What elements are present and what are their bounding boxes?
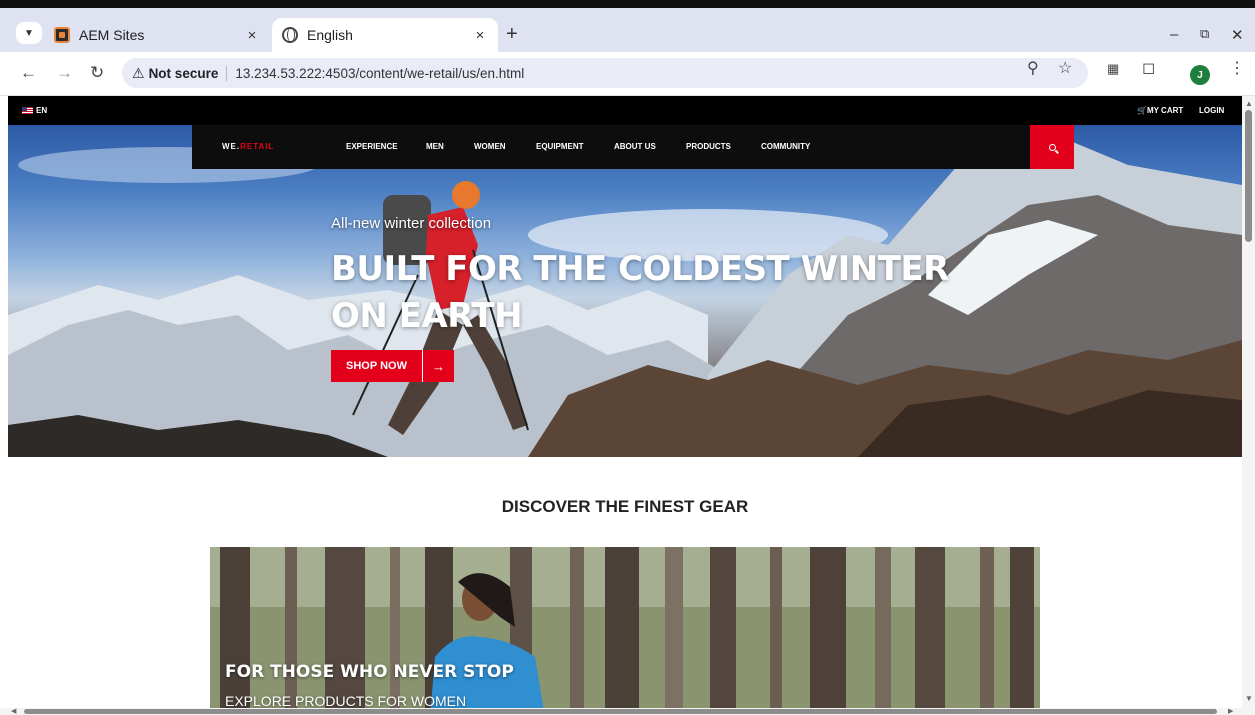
tab-title: English <box>307 27 353 43</box>
cart-icon: 🛒 <box>1137 106 1147 115</box>
tab-search-chevron-icon[interactable]: ▼ <box>16 22 42 44</box>
arrow-right-icon: → <box>432 358 445 374</box>
logo-suffix: RETAIL <box>240 142 275 151</box>
aem-icon <box>54 27 70 43</box>
section-title: DISCOVER THE FINEST GEAR <box>501 497 749 516</box>
main-navigation: WE.RETAIL EXPERIENCE MEN WOMEN EQUIPMENT… <box>192 125 1074 169</box>
scroll-down-icon[interactable]: ▼ <box>1245 694 1253 703</box>
us-flag-icon <box>22 107 33 114</box>
scroll-up-icon[interactable]: ▲ <box>1245 99 1253 108</box>
search-button[interactable] <box>1030 125 1074 169</box>
vertical-scroll-thumb[interactable] <box>1245 110 1252 242</box>
site-topbar: EN 🛒MY CART LOGIN <box>8 96 1242 125</box>
hero-subtitle: All-new winter collection <box>331 215 492 232</box>
close-tab-icon[interactable]: × <box>244 27 260 44</box>
nav-men[interactable]: MEN <box>426 142 444 151</box>
zoom-icon[interactable]: ⚲ <box>1027 58 1039 78</box>
language-selector[interactable]: EN <box>22 106 47 115</box>
nav-community[interactable]: COMMUNITY <box>761 142 810 151</box>
window-top-edge <box>0 0 1255 8</box>
logo-prefix: WE. <box>222 142 241 151</box>
horizontal-scrollbar[interactable]: ◀ ▶ <box>0 708 1255 715</box>
login-link[interactable]: LOGIN <box>1199 106 1224 115</box>
restore-button[interactable]: ⧉ <box>1200 26 1209 42</box>
my-cart-link[interactable]: 🛒MY CART <box>1137 106 1183 115</box>
tab-aem-sites[interactable]: AEM Sites × <box>44 18 270 52</box>
nav-products[interactable]: PRODUCTS <box>686 142 731 151</box>
forest-runner-image <box>210 547 1040 708</box>
qr-code-icon[interactable]: ▦ <box>1107 61 1119 77</box>
search-icon <box>1048 143 1056 151</box>
globe-icon <box>282 27 298 43</box>
language-label: EN <box>36 106 48 115</box>
promo-subtitle[interactable]: EXPLORE PRODUCTS FOR WOMEN <box>225 693 466 708</box>
menu-kebab-icon[interactable]: ⋮ <box>1229 58 1245 78</box>
forward-icon[interactable]: → <box>56 63 73 83</box>
scroll-left-icon[interactable]: ◀ <box>11 707 16 715</box>
hero-title: BUILT FOR THE COLDEST WINTER ON EARTH <box>331 249 949 336</box>
nav-equipment[interactable]: EQUIPMENT <box>536 142 584 151</box>
nav-women[interactable]: WOMEN <box>474 142 506 151</box>
close-tab-icon[interactable]: × <box>472 27 488 44</box>
cart-label: MY CART <box>1146 106 1184 115</box>
url-text[interactable]: 13.234.53.222:4503/content/we-retail/us/… <box>235 66 524 81</box>
minimize-button[interactable]: – <box>1170 26 1178 43</box>
scroll-right-icon[interactable]: ▶ <box>1228 707 1233 715</box>
tab-title: AEM Sites <box>79 27 145 43</box>
back-icon[interactable]: ← <box>20 63 37 83</box>
site-logo[interactable]: WE.RETAIL <box>222 142 274 151</box>
close-window-button[interactable]: ✕ <box>1231 26 1244 44</box>
profile-avatar[interactable]: J <box>1190 65 1210 85</box>
warning-icon: ⚠ <box>132 64 145 81</box>
security-chip[interactable]: Not secure <box>149 65 228 81</box>
shop-now-label: SHOP NOW <box>331 350 423 382</box>
reload-icon[interactable]: ↻ <box>90 63 104 83</box>
nav-about-us[interactable]: ABOUT US <box>614 142 656 151</box>
promo-card[interactable]: FOR THOSE WHO NEVER STOP EXPLORE PRODUCT… <box>210 547 1040 708</box>
tab-english[interactable]: English × <box>272 18 498 52</box>
nav-experience[interactable]: EXPERIENCE <box>346 142 398 151</box>
tab-strip: ▼ AEM Sites × English × + – ⧉ ✕ <box>0 8 1255 52</box>
bookmark-star-icon[interactable]: ☆ <box>1058 58 1072 78</box>
browser-toolbar: ← → ↻ ⚠ Not secure 13.234.53.222:4503/co… <box>0 52 1255 96</box>
extensions-icon[interactable]: ◻ <box>1142 58 1155 78</box>
promo-title: FOR THOSE WHO NEVER STOP <box>225 662 514 682</box>
horizontal-scroll-thumb[interactable] <box>24 709 1217 714</box>
new-tab-button[interactable]: + <box>506 24 518 44</box>
vertical-scrollbar[interactable]: ▲ ▼ <box>1242 96 1255 708</box>
shop-now-button[interactable]: SHOP NOW → <box>331 350 454 382</box>
page-viewport: EN 🛒MY CART LOGIN WE.RETAIL EXPERIENCE M… <box>8 96 1242 708</box>
address-bar[interactable]: ⚠ Not secure 13.234.53.222:4503/content/… <box>122 58 1088 88</box>
